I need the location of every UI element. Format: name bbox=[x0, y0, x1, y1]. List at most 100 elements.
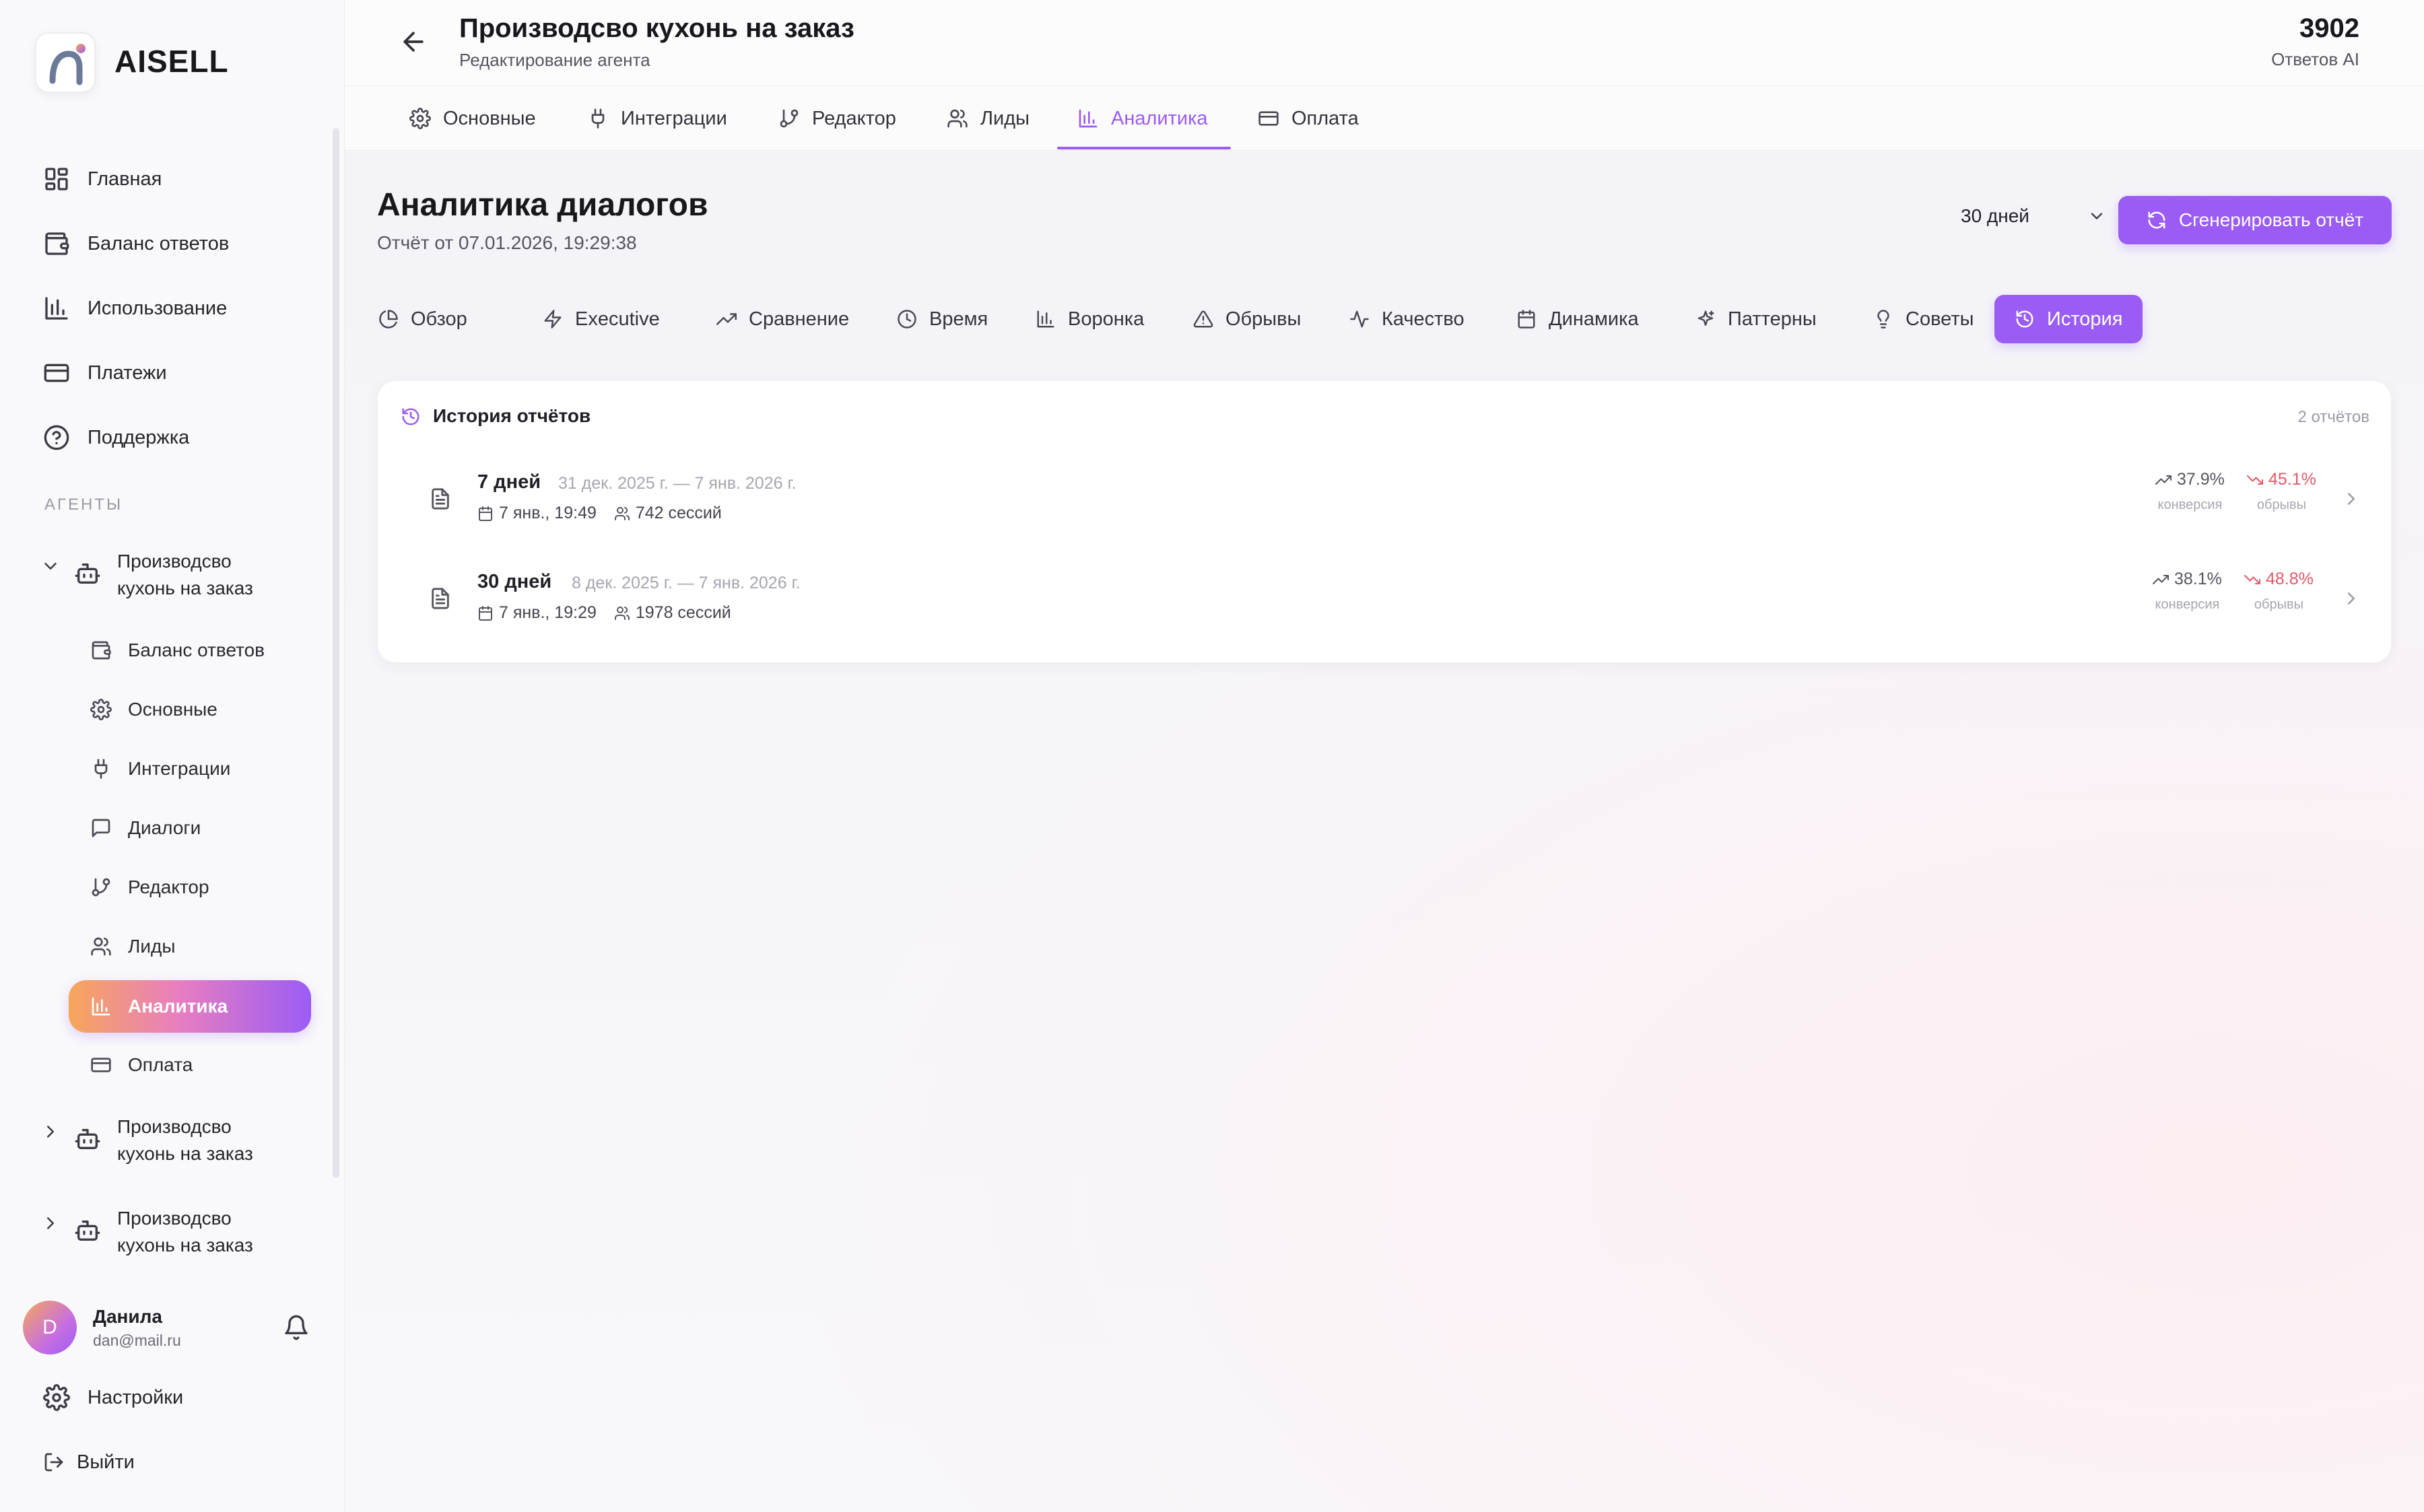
subtab-quality-label: Качество bbox=[1382, 308, 1464, 330]
chevron-down-icon[interactable] bbox=[40, 556, 61, 583]
avatar[interactable]: D bbox=[23, 1301, 77, 1354]
nav-usage-label: Использование bbox=[88, 297, 228, 319]
agent-item-2[interactable]: Производсво кухонь на заказ bbox=[40, 1113, 253, 1167]
tab-general[interactable]: Основные bbox=[409, 86, 536, 151]
chevron-right-icon[interactable] bbox=[40, 1213, 61, 1240]
logout-button[interactable]: Выйти bbox=[43, 1442, 135, 1482]
subtab-executive[interactable]: Executive bbox=[533, 295, 669, 343]
sidebar-scrollbar[interactable] bbox=[333, 128, 339, 1178]
credit-card-icon bbox=[1258, 108, 1279, 129]
nav-settings-label: Настройки bbox=[88, 1386, 184, 1408]
agent-sub-analytics[interactable]: Аналитика bbox=[69, 980, 311, 1033]
nav-support-label: Поддержка bbox=[88, 426, 190, 448]
report-sessions: 1978 сессий bbox=[635, 603, 731, 622]
tab-editor-label: Редактор bbox=[812, 107, 896, 129]
agents-section-label: АГЕНТЫ bbox=[44, 495, 123, 514]
agent-sub-payment[interactable]: Оплата bbox=[90, 1046, 193, 1084]
history-title: История отчётов bbox=[433, 405, 591, 426]
report-meta: 7 янв., 19:29 1978 сессий bbox=[477, 603, 731, 623]
zap-icon bbox=[543, 309, 563, 329]
subtab-patterns[interactable]: Паттерны bbox=[1686, 295, 1826, 343]
nav-balance[interactable]: Баланс ответов bbox=[43, 224, 229, 264]
agent-sub-leads[interactable]: Лиды bbox=[90, 928, 175, 965]
agent-sub-integrations[interactable]: Интеграции bbox=[90, 750, 230, 788]
subtab-quality[interactable]: Качество bbox=[1340, 295, 1474, 343]
nav-home[interactable]: Главная bbox=[43, 159, 162, 199]
user-profile[interactable]: D Данила dan@mail.ru bbox=[23, 1301, 181, 1354]
history-count: 2 отчётов bbox=[2297, 408, 2370, 426]
page-title: Аналитика диалогов bbox=[377, 187, 708, 223]
report-row[interactable]: 7 дней 31 дек. 2025 г. — 7 янв. 2026 г. … bbox=[378, 456, 2392, 544]
back-arrow-icon[interactable] bbox=[399, 27, 428, 57]
dropoff-metric: 48.8% обрывы bbox=[2244, 570, 2314, 613]
subtab-history[interactable]: История bbox=[1994, 295, 2143, 343]
conversion-value: 38.1% bbox=[2174, 570, 2222, 588]
dashboard-icon bbox=[43, 166, 70, 193]
subtab-time[interactable]: Время bbox=[887, 295, 997, 343]
report-created: 7 янв., 19:29 bbox=[499, 603, 597, 622]
tab-editor[interactable]: Редактор bbox=[778, 86, 896, 151]
wallet-icon bbox=[43, 230, 70, 257]
agent-name-line1: Производсво bbox=[117, 1208, 232, 1229]
bell-icon[interactable] bbox=[283, 1314, 310, 1341]
nav-payments-label: Платежи bbox=[88, 362, 167, 384]
subtab-overview[interactable]: Обзор bbox=[369, 295, 477, 343]
agent-tabs: Основные Интеграции Редактор Лиды Аналит… bbox=[345, 86, 2424, 151]
nav-payments[interactable]: Платежи bbox=[43, 353, 167, 393]
trending-down-icon bbox=[2247, 472, 2263, 488]
subtab-compare[interactable]: Сравнение bbox=[707, 295, 858, 343]
logo-icon bbox=[35, 32, 96, 93]
tab-payment[interactable]: Оплата bbox=[1258, 86, 1359, 151]
tab-analytics[interactable]: Аналитика bbox=[1077, 86, 1208, 151]
tab-leads[interactable]: Лиды bbox=[947, 86, 1030, 151]
report-title: 7 дней bbox=[477, 471, 541, 493]
app-name: AISELL bbox=[114, 44, 229, 79]
dropoff-label: обрывы bbox=[2256, 497, 2306, 512]
period-select[interactable]: 30 дней bbox=[1961, 197, 2116, 235]
agent-subtitle: Редактирование агента bbox=[459, 50, 650, 70]
conversion-metric: 37.9% конверсия bbox=[2155, 470, 2225, 513]
git-branch-icon bbox=[90, 877, 112, 898]
trending-up-icon bbox=[716, 309, 737, 329]
nav-support[interactable]: Поддержка bbox=[43, 417, 189, 458]
pie-chart-icon bbox=[378, 309, 399, 329]
agent-name-line1: Производсво bbox=[117, 551, 232, 572]
subtab-funnel[interactable]: Воронка bbox=[1026, 295, 1153, 343]
agent-item-1[interactable]: Производсво кухонь на заказ bbox=[40, 548, 253, 602]
report-sessions: 742 сессий bbox=[635, 504, 722, 522]
agent-sub-dialogs[interactable]: Диалоги bbox=[90, 809, 201, 847]
chevron-right-icon[interactable] bbox=[2341, 489, 2361, 509]
tab-integrations[interactable]: Интеграции bbox=[587, 86, 727, 151]
nav-usage[interactable]: Использование bbox=[43, 288, 227, 329]
user-email: dan@mail.ru bbox=[93, 1331, 181, 1349]
chevron-right-icon[interactable] bbox=[40, 1122, 61, 1148]
subtab-executive-label: Executive bbox=[575, 308, 660, 330]
agent-sub-editor[interactable]: Редактор bbox=[90, 868, 209, 906]
chevron-right-icon[interactable] bbox=[2341, 588, 2361, 609]
generate-report-button[interactable]: Сгенерировать отчёт bbox=[2118, 196, 2392, 244]
subtab-tips[interactable]: Советы bbox=[1864, 295, 1983, 343]
subtab-dropoffs-label: Обрывы bbox=[1225, 308, 1302, 330]
report-row[interactable]: 30 дней 8 дек. 2025 г. — 7 янв. 2026 г. … bbox=[378, 556, 2392, 644]
report-history-card: История отчётов 2 отчётов 7 дней 31 дек.… bbox=[377, 380, 2392, 663]
subtab-dropoffs[interactable]: Обрывы bbox=[1184, 295, 1310, 343]
wallet-icon bbox=[90, 640, 112, 661]
document-icon bbox=[429, 587, 452, 610]
agent-sub-balance[interactable]: Баланс ответов bbox=[90, 631, 265, 669]
agent-item-3[interactable]: Производсво кухонь на заказ bbox=[40, 1205, 253, 1259]
plug-icon bbox=[587, 108, 609, 129]
users-icon bbox=[614, 605, 630, 621]
history-icon bbox=[2015, 309, 2035, 329]
agent-name-line2: кухонь на заказ bbox=[117, 1235, 253, 1256]
subtab-dynamics[interactable]: Динамика bbox=[1507, 295, 1648, 343]
subtab-dynamics-label: Динамика bbox=[1549, 308, 1639, 330]
bot-icon bbox=[74, 1126, 101, 1153]
nav-settings[interactable]: Настройки bbox=[43, 1377, 183, 1418]
agent-sub-general[interactable]: Основные bbox=[90, 691, 217, 728]
credit-card-icon bbox=[90, 1054, 112, 1076]
chat-icon bbox=[90, 817, 112, 839]
calendar-icon bbox=[1516, 309, 1537, 329]
conversion-metric: 38.1% конверсия bbox=[2153, 570, 2222, 613]
alert-triangle-icon bbox=[1193, 309, 1213, 329]
bar-chart-icon bbox=[1036, 309, 1056, 329]
